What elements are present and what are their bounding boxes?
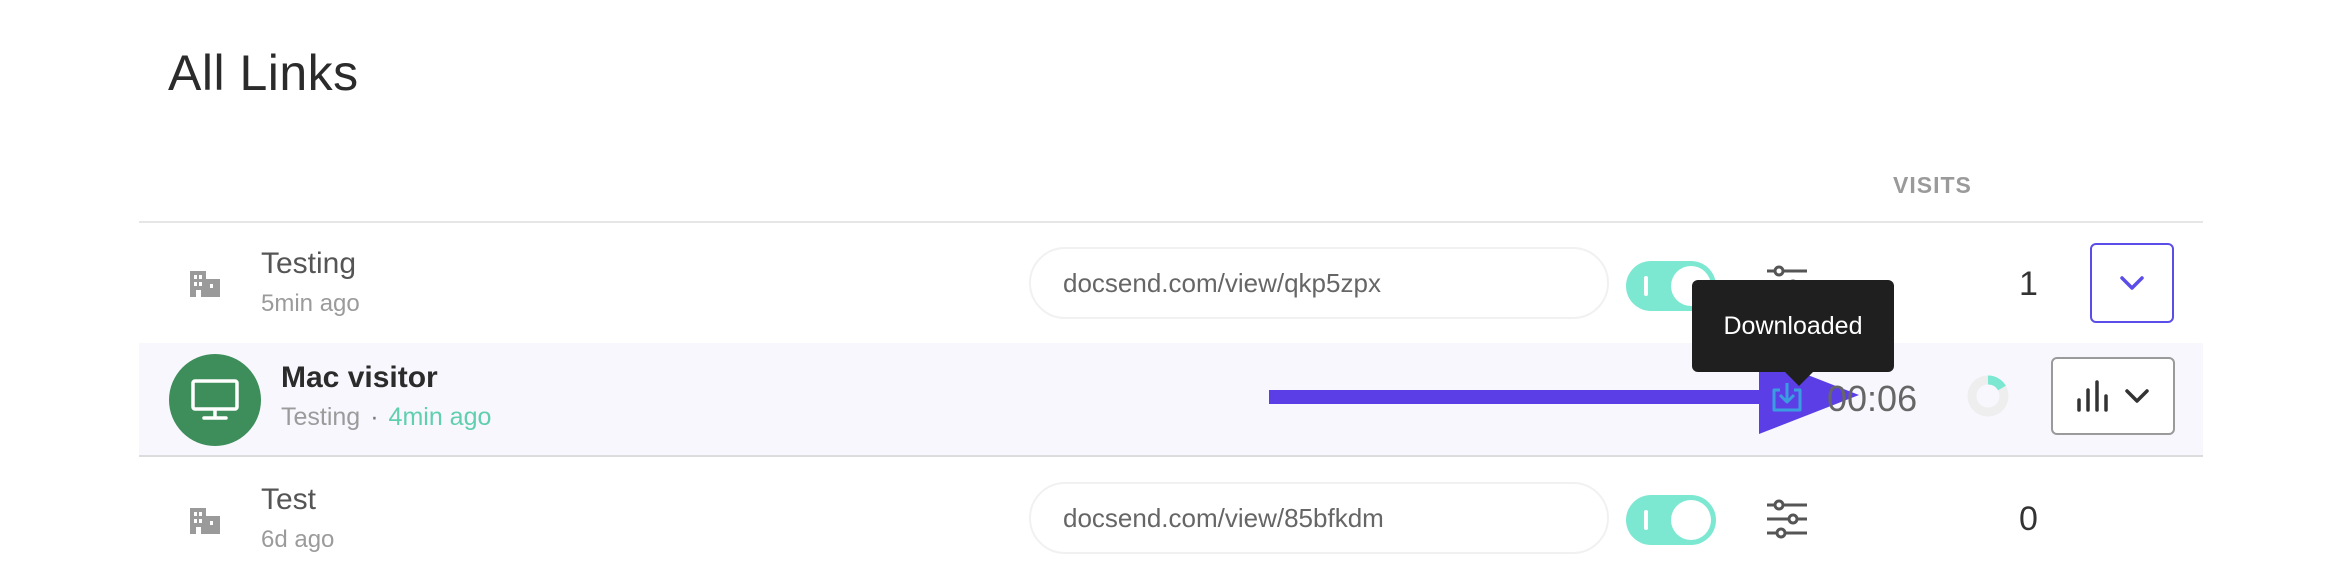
- visitor-stats-button[interactable]: [2051, 357, 2175, 435]
- link-row-test[interactable]: Test 6d ago docsend.com/view/85bfkdm 0: [139, 457, 2203, 578]
- link-name[interactable]: Testing: [261, 247, 356, 281]
- meta-separator: ·: [370, 403, 379, 431]
- visitor-name[interactable]: Mac visitor: [281, 361, 438, 395]
- building-icon: [190, 271, 220, 297]
- visitor-meta: Testing · 4min ago: [281, 403, 491, 432]
- monitor-icon: [191, 379, 239, 420]
- progress-ring-icon: [1967, 375, 2009, 417]
- link-time: 5min ago: [261, 290, 360, 317]
- visits-count: 0: [2019, 500, 2038, 538]
- downloaded-tooltip: Downloaded: [1692, 280, 1894, 386]
- page-title: All Links: [168, 45, 359, 101]
- visits-count: 1: [2019, 265, 2038, 303]
- link-url-field[interactable]: docsend.com/view/85bfkdm: [1029, 482, 1609, 554]
- link-name[interactable]: Test: [261, 483, 316, 517]
- view-duration: 00:06: [1827, 378, 1918, 419]
- settings-sliders-icon[interactable]: [1765, 497, 1809, 541]
- visitor-time-ago: 4min ago: [388, 403, 492, 431]
- visits-column-header: VISITS: [1893, 172, 1972, 198]
- link-time: 6d ago: [261, 526, 335, 553]
- building-icon: [190, 508, 220, 534]
- chevron-down-icon: [2125, 389, 2149, 403]
- bar-chart-icon: [2077, 380, 2108, 412]
- link-url-field[interactable]: docsend.com/view/qkp5zpx: [1029, 247, 1609, 319]
- visitor-link-name: Testing: [281, 403, 361, 431]
- link-enabled-toggle[interactable]: [1626, 495, 1716, 545]
- chevron-down-icon: [2120, 276, 2144, 290]
- visitor-avatar: [169, 354, 261, 446]
- expand-visitors-button[interactable]: [2090, 243, 2174, 323]
